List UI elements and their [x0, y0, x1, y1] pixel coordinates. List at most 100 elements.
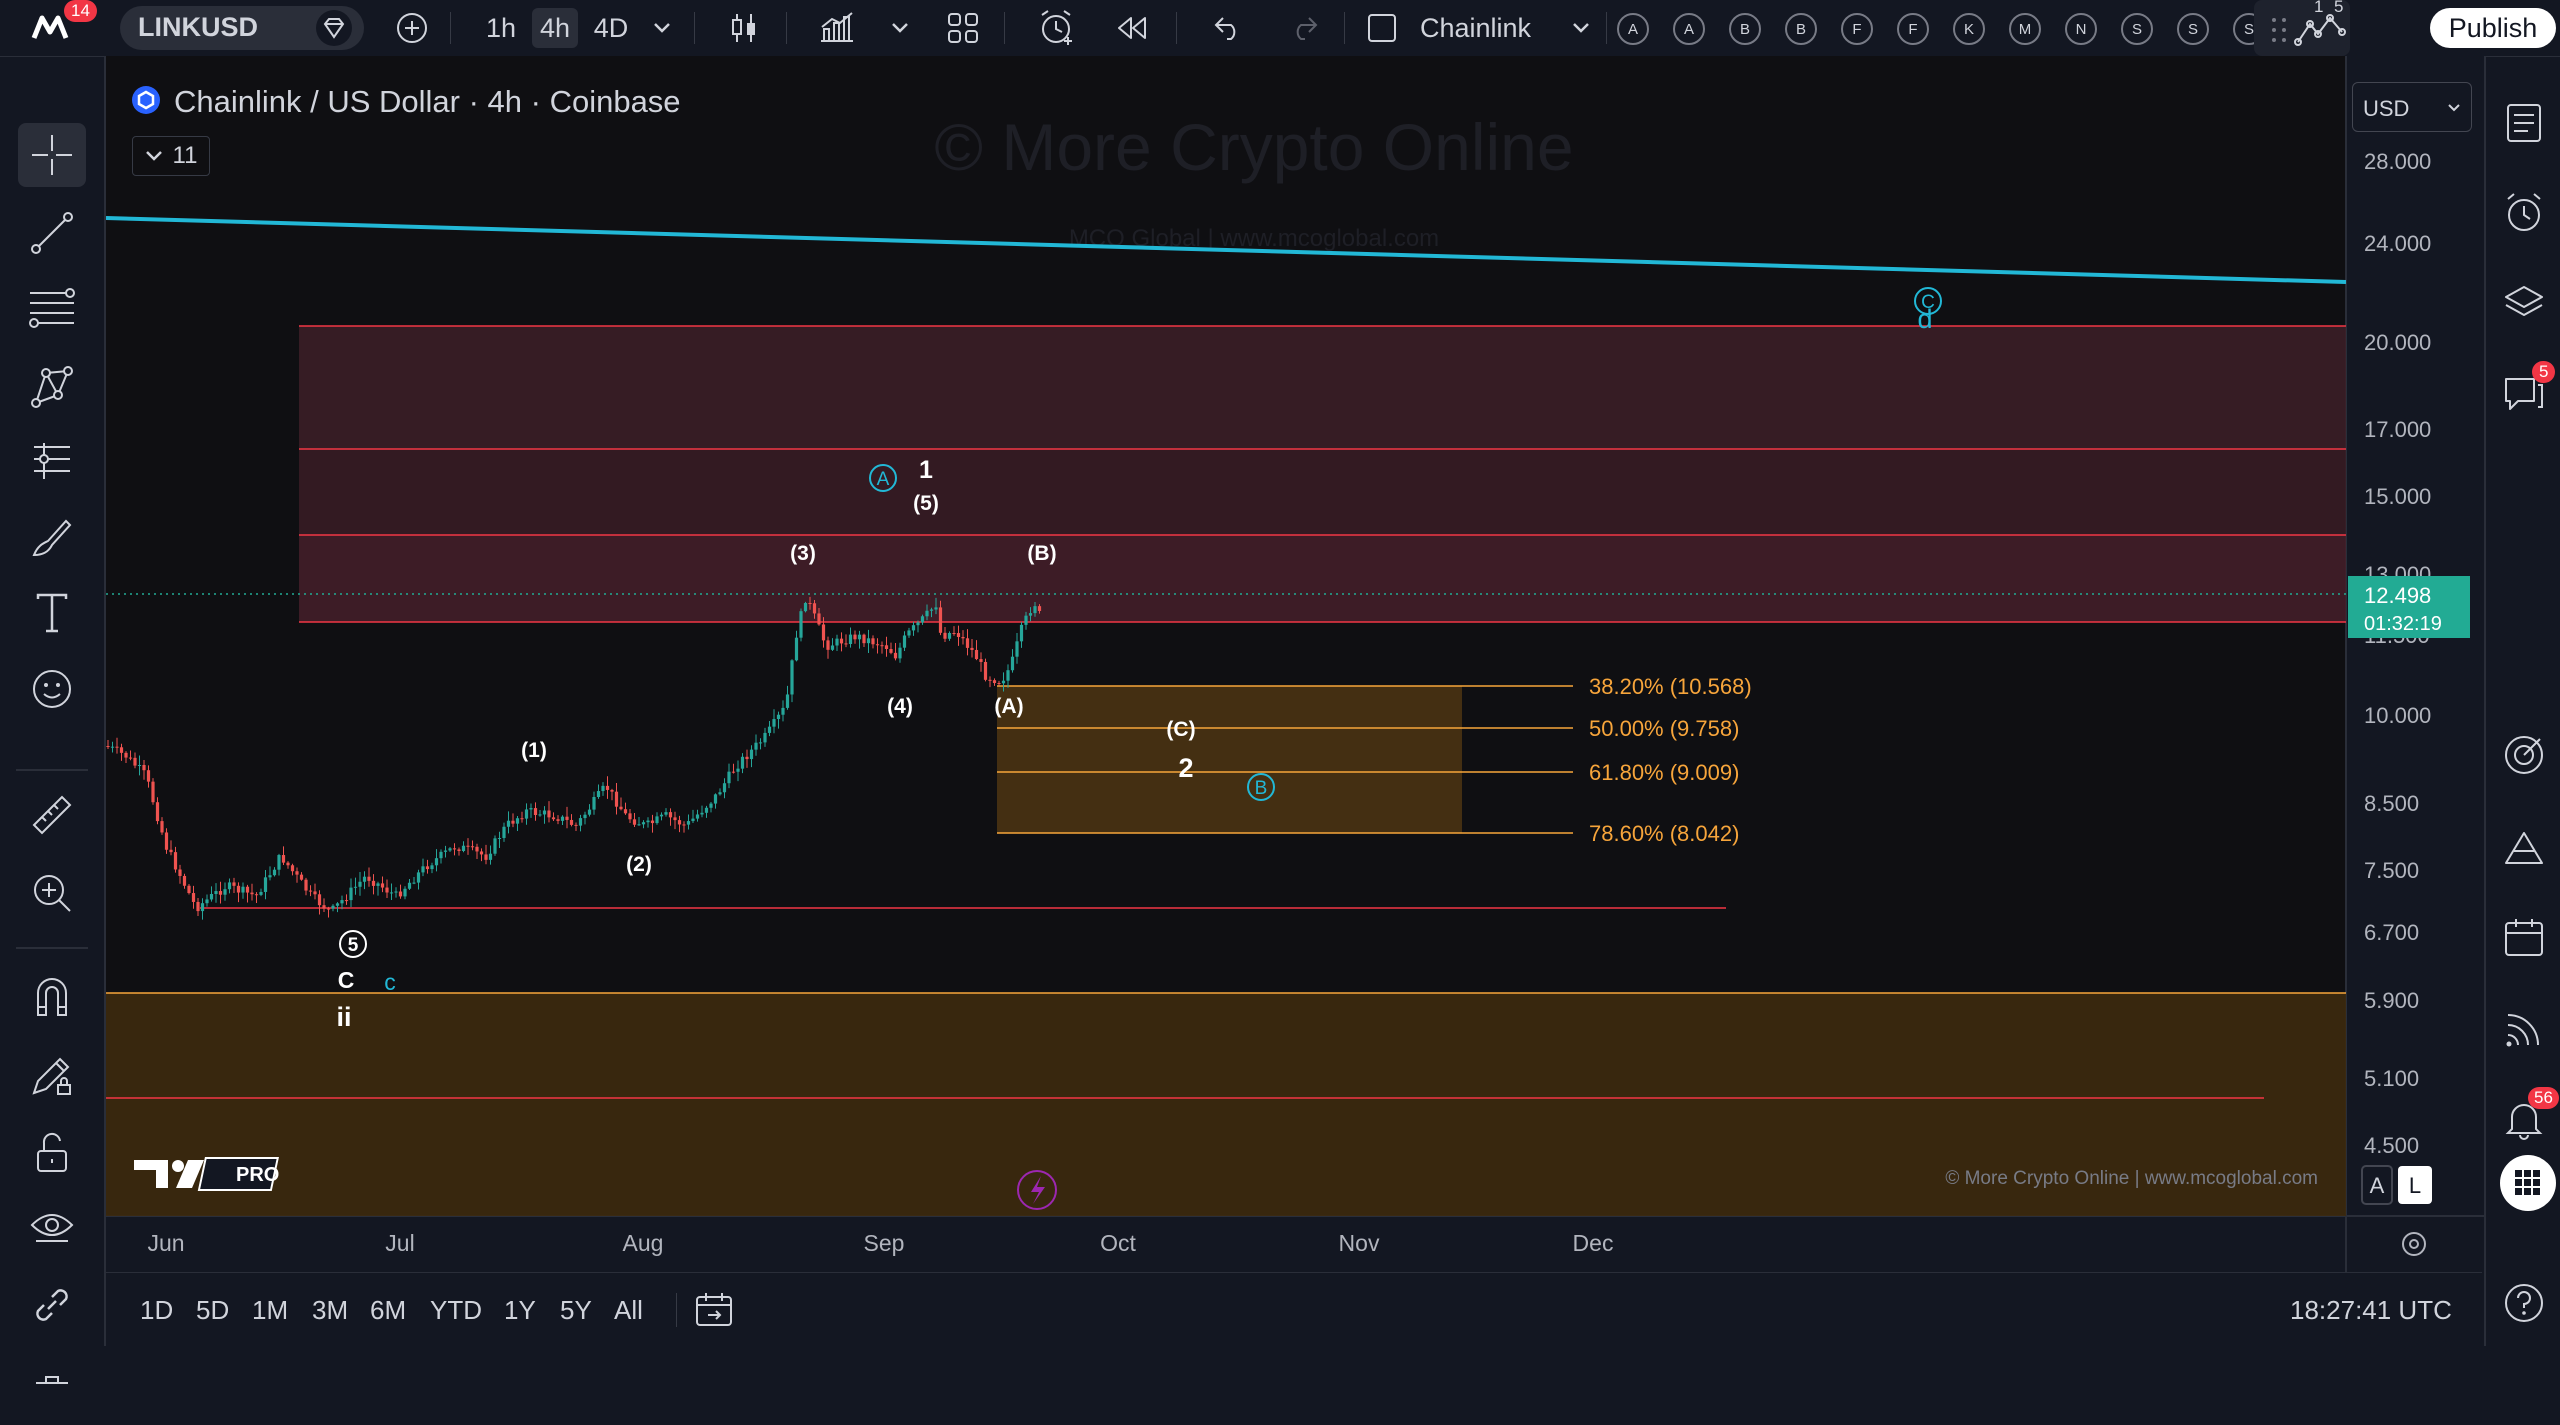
indicators-icon[interactable] — [814, 8, 860, 48]
alpha-button[interactable]: K — [1953, 13, 1985, 45]
alert-clock-icon[interactable] — [1034, 8, 1080, 48]
indicators-toggle[interactable]: 11 — [132, 136, 210, 176]
zoom-in-icon[interactable] — [18, 861, 86, 925]
alpha-button[interactable]: M — [2009, 13, 2041, 45]
trash-icon[interactable] — [18, 1361, 86, 1425]
replay-rewind-icon[interactable] — [1110, 8, 1156, 48]
price-tick: 5.900 — [2364, 988, 2419, 1013]
calendar-icon[interactable] — [2496, 909, 2552, 965]
resistance-zone-upper[interactable] — [299, 326, 2346, 449]
alpha-button[interactable]: S — [2177, 13, 2209, 45]
logo-menu-button[interactable]: 14 — [20, 0, 97, 48]
layout-grid-icon[interactable] — [940, 8, 986, 48]
target-icon[interactable] — [2496, 727, 2552, 783]
candle-body — [943, 632, 947, 639]
streams-icon[interactable] — [2496, 1001, 2552, 1057]
resistance-zone-lower[interactable] — [299, 535, 2346, 622]
candle-body — [673, 817, 677, 821]
redo-icon[interactable] — [1282, 8, 1326, 48]
compare-symbol-icon[interactable] — [316, 10, 352, 46]
candle-body — [1028, 613, 1033, 616]
range-ytd[interactable]: YTD — [430, 1295, 482, 1326]
utc-clock[interactable]: 18:27:41 UTC — [2290, 1295, 2452, 1326]
toolbar-divider — [1606, 12, 1607, 44]
range-5y[interactable]: 5Y — [560, 1295, 592, 1326]
candle-body — [839, 638, 844, 644]
magnet-icon[interactable] — [18, 965, 86, 1029]
fib-retracement-icon[interactable] — [18, 277, 86, 341]
range-5d[interactable]: 5D — [196, 1295, 229, 1326]
alpha-button[interactable]: B — [1729, 13, 1761, 45]
bell-icon[interactable]: 56 — [2496, 1087, 2559, 1147]
candle-body — [808, 602, 812, 604]
candle-body — [421, 866, 425, 873]
alpha-button[interactable]: A — [1617, 13, 1649, 45]
layers-icon[interactable] — [2496, 275, 2552, 331]
candle-body — [583, 814, 587, 819]
unlock-icon[interactable] — [18, 1121, 86, 1185]
crosshair-icon[interactable] — [18, 123, 86, 187]
watchlist-icon[interactable] — [2496, 95, 2552, 151]
layout-dropdown-chevron-icon[interactable] — [1566, 8, 1596, 48]
currency-select[interactable]: USD — [2352, 82, 2472, 132]
timeframe-4h[interactable]: 4h — [532, 8, 578, 48]
indicators-dropdown-chevron-icon[interactable] — [882, 8, 918, 48]
timeframe-4d[interactable]: 4D — [586, 8, 636, 48]
log-scale-button[interactable]: L — [2398, 1166, 2432, 1204]
candle-body — [434, 858, 439, 866]
alpha-button[interactable]: F — [1841, 13, 1873, 45]
floating-drawing-toolbar[interactable]: 1 5 — [2254, 0, 2350, 56]
layout-name[interactable]: Chainlink — [1420, 8, 1570, 48]
publish-button[interactable]: Publish — [2430, 8, 2556, 48]
apps-grid-icon[interactable] — [2500, 1155, 2556, 1211]
wave-label-4: (4) — [887, 695, 913, 718]
eye-icon[interactable] — [18, 1193, 86, 1257]
timeframe-1h[interactable]: 1h — [478, 8, 524, 48]
range-6m[interactable]: 6M — [370, 1295, 406, 1326]
fib-retracement-zone[interactable] — [997, 686, 1462, 833]
timeframe-dropdown-chevron-icon[interactable] — [644, 8, 680, 48]
ideas-icon[interactable] — [2496, 819, 2552, 875]
candle-body — [326, 908, 331, 910]
trend-line-icon[interactable] — [18, 201, 86, 265]
help-icon[interactable] — [2496, 1275, 2552, 1331]
notifications-badge: 56 — [2528, 1087, 2559, 1109]
undo-icon[interactable] — [1206, 8, 1250, 48]
alpha-button[interactable]: A — [1673, 13, 1705, 45]
range-3m[interactable]: 3M — [312, 1295, 348, 1326]
alpha-button[interactable]: N — [2065, 13, 2097, 45]
pencil-lock-icon[interactable] — [18, 1043, 86, 1107]
symbol-search-box[interactable]: LINKUSD — [120, 6, 364, 50]
ruler-icon[interactable] — [18, 783, 86, 847]
candle-body — [362, 876, 367, 882]
brush-icon[interactable] — [18, 505, 86, 569]
candle-body — [767, 726, 772, 733]
date-range-calendar-icon[interactable] — [694, 1291, 734, 1334]
range-all[interactable]: All — [614, 1295, 643, 1326]
candle-body — [763, 732, 767, 743]
pattern-tool-icon[interactable] — [18, 355, 86, 419]
alarm-clock-icon[interactable] — [2496, 185, 2552, 241]
resistance-zone-middle[interactable] — [299, 449, 2346, 535]
forecast-tool-icon[interactable] — [18, 429, 86, 493]
candle-body — [151, 781, 155, 803]
text-tool-icon[interactable] — [18, 581, 86, 645]
chart-title[interactable]: Chainlink / US Dollar · 4h · Coinbase — [174, 84, 681, 120]
link-icon[interactable] — [18, 1273, 86, 1337]
chart-canvas[interactable]: © More Crypto Online MCO Global | www.mc… — [106, 56, 2484, 1272]
chat-icon[interactable]: 5 — [2496, 361, 2556, 421]
add-symbol-button[interactable] — [392, 8, 432, 48]
range-1m[interactable]: 1M — [252, 1295, 288, 1326]
candles-chart-type-icon[interactable] — [722, 8, 766, 48]
alpha-button[interactable]: B — [1785, 13, 1817, 45]
candle-body — [322, 905, 326, 909]
alpha-button[interactable]: F — [1897, 13, 1929, 45]
auto-scale-button[interactable]: A — [2361, 1165, 2393, 1205]
range-1d[interactable]: 1D — [140, 1295, 173, 1326]
time-tick: Aug — [623, 1230, 664, 1256]
alpha-button[interactable]: S — [2121, 13, 2153, 45]
candle-body — [250, 892, 254, 895]
layout-square-icon[interactable] — [1360, 8, 1404, 48]
emoji-smile-icon[interactable] — [18, 657, 86, 721]
range-1y[interactable]: 1Y — [504, 1295, 536, 1326]
